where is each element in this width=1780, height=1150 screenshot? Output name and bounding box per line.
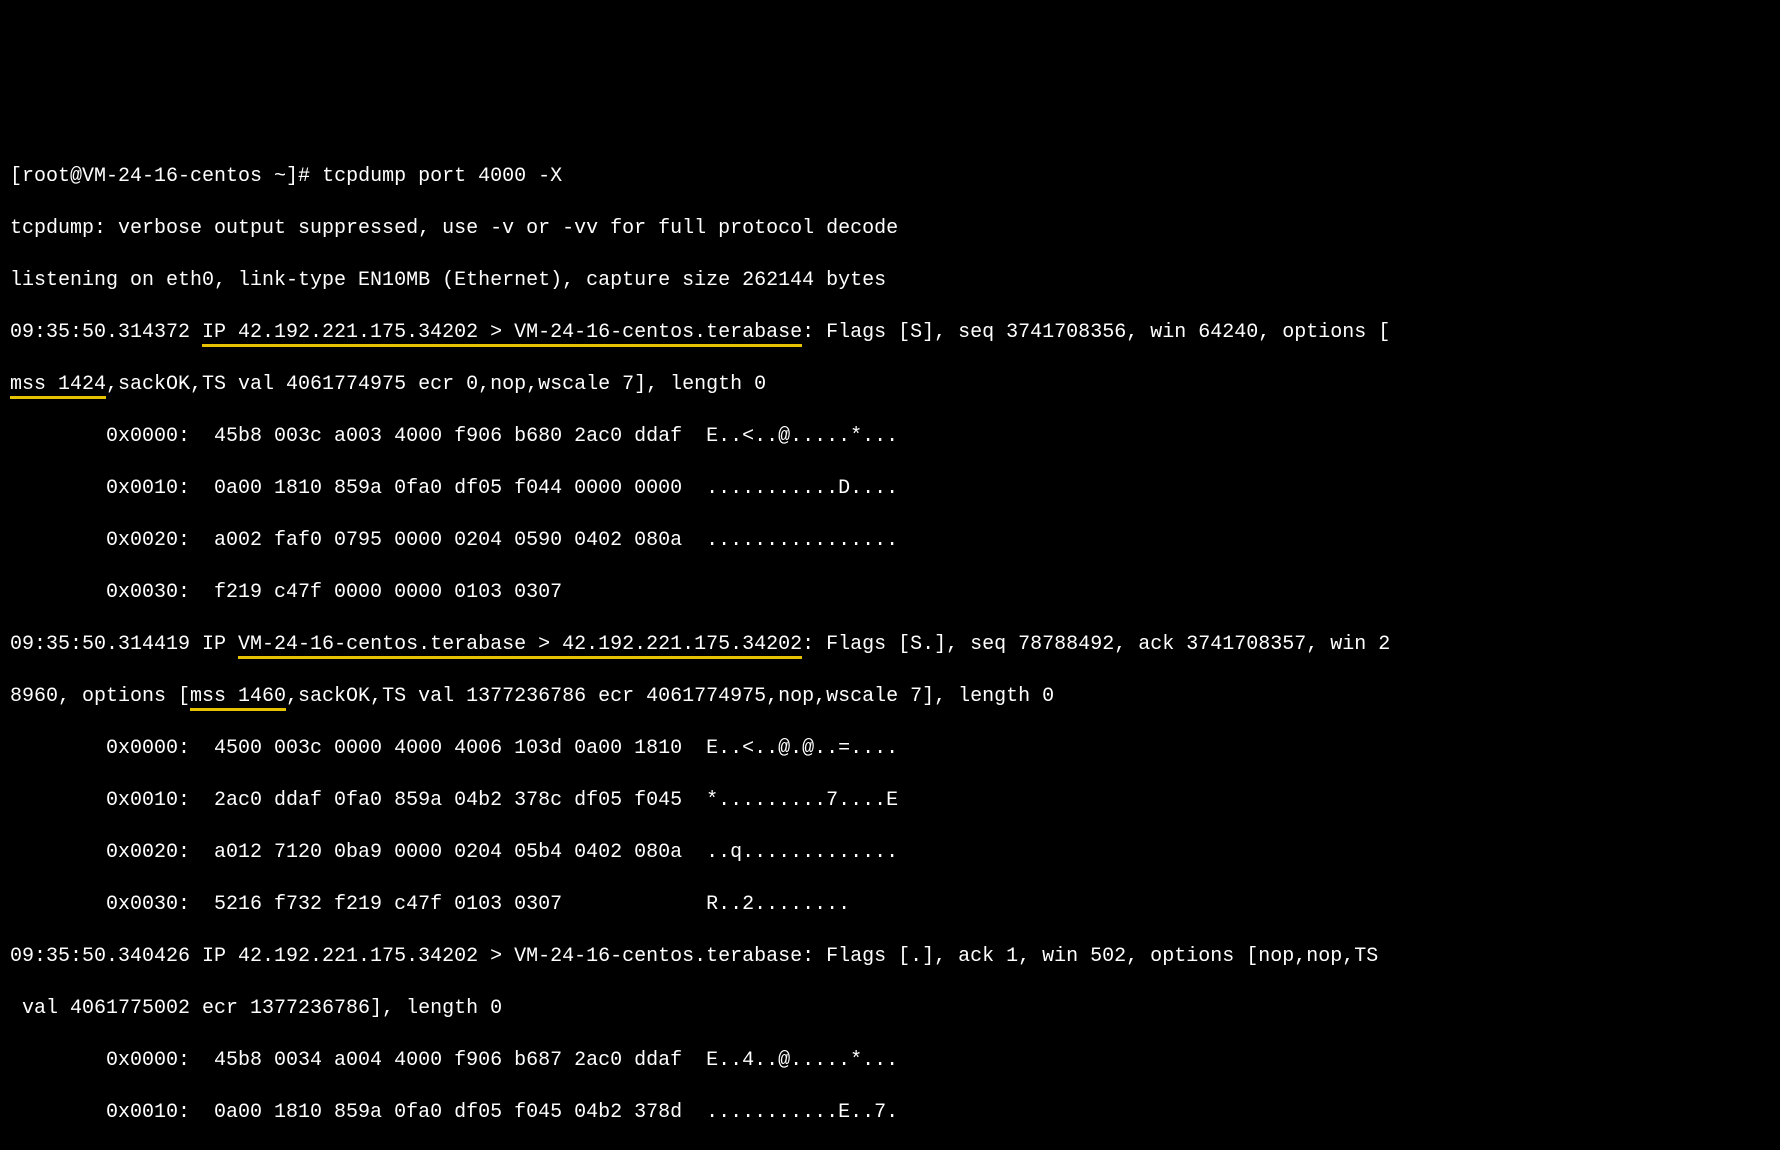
packet-summary: mss 1424,sackOK,TS val 4061774975 ecr 0,… bbox=[10, 372, 1770, 398]
tcpdump-header: listening on eth0, link-type EN10MB (Eth… bbox=[10, 268, 1770, 294]
hex-dump-row: 0x0000: 4500 003c 0000 4000 4006 103d 0a… bbox=[10, 736, 1770, 762]
packet-summary: 09:35:50.314419 IP VM-24-16-centos.terab… bbox=[10, 632, 1770, 658]
hex-dump-row: 0x0010: 2ac0 ddaf 0fa0 859a 04b2 378c df… bbox=[10, 788, 1770, 814]
hex-dump-row: 0x0010: 0a00 1810 859a 0fa0 df05 f044 00… bbox=[10, 476, 1770, 502]
shell-prompt: [root@VM-24-16-centos ~]# bbox=[10, 165, 322, 188]
highlight-mss: mss 1424 bbox=[10, 373, 106, 399]
hex-dump-row: 0x0000: 45b8 003c a003 4000 f906 b680 2a… bbox=[10, 424, 1770, 450]
command-text: tcpdump port 4000 -X bbox=[322, 165, 562, 188]
tcpdump-header: tcpdump: verbose output suppressed, use … bbox=[10, 216, 1770, 242]
hex-dump-row: 0x0020: a012 7120 0ba9 0000 0204 05b4 04… bbox=[10, 840, 1770, 866]
highlight-flow: IP 42.192.221.175.34202 > VM-24-16-cento… bbox=[202, 321, 802, 347]
hex-dump-row: 0x0010: 0a00 1810 859a 0fa0 df05 f045 04… bbox=[10, 1100, 1770, 1126]
hex-dump-row: 0x0030: 5216 f732 f219 c47f 0103 0307 R.… bbox=[10, 892, 1770, 918]
packet-summary: 8960, options [mss 1460,sackOK,TS val 13… bbox=[10, 684, 1770, 710]
packet-summary: 09:35:50.314372 IP 42.192.221.175.34202 … bbox=[10, 320, 1770, 346]
hex-dump-row: 0x0030: f219 c47f 0000 0000 0103 0307 bbox=[10, 580, 1770, 606]
packet-summary: val 4061775002 ecr 1377236786], length 0 bbox=[10, 996, 1770, 1022]
packet-summary: 09:35:50.340426 IP 42.192.221.175.34202 … bbox=[10, 944, 1770, 970]
command-line: [root@VM-24-16-centos ~]# tcpdump port 4… bbox=[10, 164, 1770, 190]
highlight-flow: VM-24-16-centos.terabase > 42.192.221.17… bbox=[238, 633, 802, 659]
highlight-mss: mss 1460 bbox=[190, 685, 286, 711]
terminal-window[interactable]: [root@VM-24-16-centos ~]# tcpdump port 4… bbox=[0, 130, 1780, 1020]
hex-dump-row: 0x0000: 45b8 0034 a004 4000 f906 b687 2a… bbox=[10, 1048, 1770, 1074]
hex-dump-row: 0x0020: a002 faf0 0795 0000 0204 0590 04… bbox=[10, 528, 1770, 554]
